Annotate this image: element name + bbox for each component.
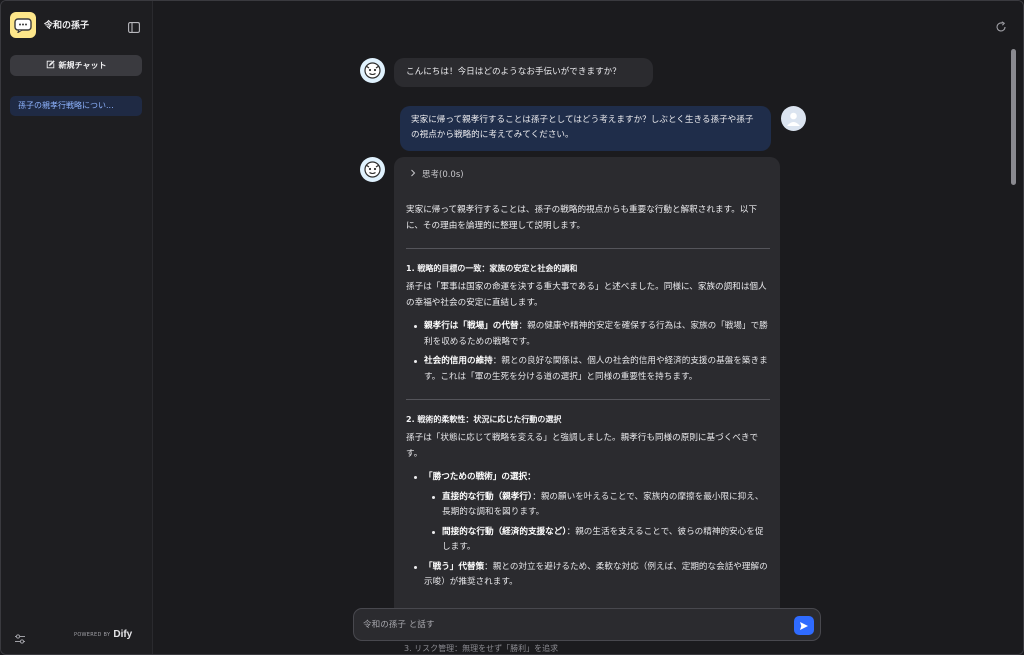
user-icon <box>787 112 800 126</box>
sidebar: 令和の孫子 新規チャット 孫子の親孝行戦略につい... POWERED BY D… <box>1 1 153 654</box>
sub-bullet-list: 直接的な行動（親孝行）：親の願いを叶えることで、家族内の摩擦を最小限に抑え、長期… <box>424 490 770 556</box>
chat-main: こんにちは！今日はどのようなお手伝いができますか？ 実家に帰って親孝行することは… <box>154 1 1023 654</box>
dify-logo: Dify <box>113 629 133 640</box>
section-heading: 2. 戦術的柔軟性：状況に応じた行動の選択 <box>406 415 562 424</box>
section-heading-partial: 3. リスク管理：無理をせず「勝利」を追求 <box>404 644 559 653</box>
bot-answer: 思考(0.0s) 実家に帰って親孝行することは、孫子の戦略的視点からも重要な行動… <box>394 157 780 627</box>
powered-by-label: POWERED BY <box>74 631 111 638</box>
bot-face-icon <box>364 62 381 79</box>
settings-sliders-icon[interactable] <box>14 630 26 644</box>
list-item: 直接的な行動（親孝行）：親の願いを叶えることで、家族内の摩擦を最小限に抑え、長期… <box>424 490 770 521</box>
divider <box>406 248 770 249</box>
bullet-text: の選択： <box>501 472 536 482</box>
conversation-item[interactable]: 孫子の親孝行戦略につい... <box>10 96 142 116</box>
section-heading: 1. 戦略的目標の一致：家族の安定と社会的調和 <box>406 264 578 273</box>
app-title: 令和の孫子 <box>44 21 90 31</box>
list-item: 「戦う」代替策：親との対立を避けるため、柔軟な対応（例えば、定期的な会話や理解の… <box>406 560 770 591</box>
bot-face-icon <box>364 161 381 178</box>
bullet-list: 「勝つための戦術」の選択： 直接的な行動（親孝行）：親の願いを叶えることで、家族… <box>406 470 770 591</box>
user-message: 実家に帰って親孝行することは孫子としてはどう考えますか？しぶとく生きる孫子や孫子… <box>400 106 771 151</box>
app-window: 令和の孫子 新規チャット 孫子の親孝行戦略につい... POWERED BY D… <box>0 0 1024 655</box>
bullet-title: 間接的な行動（経済的支援など） <box>442 526 567 537</box>
bullet-title: 社会的信用の維持 <box>424 356 493 366</box>
bullet-title: 「勝つための戦術」 <box>424 472 502 482</box>
user-avatar <box>781 106 806 131</box>
sidebar-collapse-icon[interactable] <box>128 18 140 33</box>
send-icon <box>800 621 808 630</box>
bullet-list: 親孝行は「戦場」の代替：親の健康や精神的安定を確保する行為は、家族の「戦場」で勝… <box>406 319 770 385</box>
send-button[interactable] <box>794 616 814 635</box>
list-item: 「勝つための戦術」の選択： 直接的な行動（親孝行）：親の願いを叶えることで、家族… <box>406 470 770 556</box>
new-chat-button[interactable]: 新規チャット <box>10 55 142 76</box>
list-item: 社会的信用の維持：親との良好な関係は、個人の社会的信用や経済的支援の基盤を築きま… <box>406 354 770 385</box>
thinking-toggle[interactable]: 思考(0.0s) <box>410 167 770 181</box>
section-body: 孫子は「状態に応じて戦略を変える」と強調しました。親孝行も同様の原則に基づくべき… <box>406 433 759 459</box>
message-composer <box>353 608 821 641</box>
thinking-label: 思考(0.0s) <box>422 170 464 180</box>
divider <box>406 399 770 400</box>
bullet-title: 直接的な行動（親孝行） <box>442 491 533 502</box>
section-body: 孫子は「軍事は国家の命運を決する重大事である」と述べました。同様に、家族の調和は… <box>406 282 767 308</box>
new-chat-label: 新規チャット <box>58 61 107 70</box>
message-input[interactable] <box>363 617 783 633</box>
edit-icon <box>46 60 55 71</box>
greeting-message: こんにちは！今日はどのようなお手伝いができますか？ <box>394 58 653 87</box>
refresh-icon[interactable] <box>995 18 1007 32</box>
list-item: 親孝行は「戦場」の代替：親の健康や精神的安定を確保する行為は、家族の「戦場」で勝… <box>406 319 770 350</box>
bullet-title: 親孝行は「戦場」の代替 <box>424 321 519 331</box>
powered-by: POWERED BY Dify <box>74 629 132 640</box>
app-logo-icon <box>10 12 36 38</box>
chat-scrollbar[interactable] <box>1011 49 1016 185</box>
bullet-title: 「戦う」代替策 <box>424 561 485 572</box>
bot-avatar <box>360 157 385 182</box>
answer-intro: 実家に帰って親孝行することは、孫子の戦略的視点からも重要な行動と解釈されます。以… <box>406 205 758 231</box>
list-item: 間接的な行動（経済的支援など）：親の生活を支えることで、彼らの精神的安心を促しま… <box>424 525 770 556</box>
chevron-right-icon <box>410 169 416 180</box>
bot-avatar <box>360 58 385 83</box>
